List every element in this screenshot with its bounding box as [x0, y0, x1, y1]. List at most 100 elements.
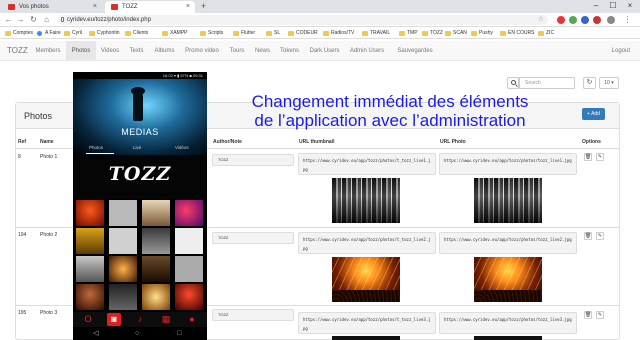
logout-link[interactable]: Logout: [612, 41, 630, 61]
back-triangle-icon[interactable]: ◁: [93, 327, 98, 340]
home-circle-icon[interactable]: ○: [135, 327, 139, 340]
url-photo-field[interactable]: https://www.cyridev.eu/app/tozz/photos/t…: [439, 232, 577, 254]
phone-grid-photo[interactable]: [142, 228, 170, 254]
column-header-name[interactable]: Name: [40, 139, 54, 145]
bookmark-item[interactable]: Radios/TV: [322, 29, 354, 38]
nav-item-sauvegardes[interactable]: Sauvegardes: [389, 41, 441, 61]
edit-icon[interactable]: ✎: [596, 311, 604, 319]
home-button[interactable]: ⌂: [41, 14, 52, 26]
search-input[interactable]: Search: [519, 77, 575, 89]
search-button[interactable]: [507, 77, 519, 89]
bookmark-item[interactable]: Flutter: [232, 29, 255, 38]
recents-square-icon[interactable]: □: [177, 327, 181, 340]
nav-item-promo-video[interactable]: Promo video: [180, 41, 224, 61]
browser-tab-vos-photos[interactable]: Vos photos ×: [2, 1, 102, 13]
bookmark-star-icon[interactable]: ☆: [538, 15, 544, 25]
profile-avatar-icon[interactable]: [607, 16, 615, 24]
bookmark-item[interactable]: SCAN: [444, 29, 467, 38]
extension-icon[interactable]: [557, 16, 565, 24]
menu-kebab-icon[interactable]: ⋮: [622, 14, 633, 26]
minimize-button[interactable]: –: [588, 0, 604, 12]
bookmark-item[interactable]: TMP: [398, 29, 418, 38]
refresh-button[interactable]: ↻: [583, 77, 596, 89]
phone-tab-live[interactable]: Live: [133, 145, 141, 150]
bookmark-item[interactable]: EN COURS: [499, 29, 534, 38]
bookmark-item[interactable]: Cyphontin: [88, 29, 120, 38]
extension-icon[interactable]: [569, 16, 577, 24]
close-window-button[interactable]: ×: [622, 0, 638, 12]
dot-icon[interactable]: ●: [185, 312, 199, 327]
phone-tab-videos[interactable]: Vidéos: [175, 145, 189, 150]
phone-grid-photo[interactable]: [76, 256, 104, 282]
nav-item-albums[interactable]: Albums: [149, 41, 180, 61]
url-input[interactable]: cyridev.eu/tozz/photo/index.php ☆: [58, 15, 548, 25]
page-size-select[interactable]: 10 ▾: [599, 77, 619, 89]
url-thumbnail-field[interactable]: https://www.cyridev.eu/app/tozz/photos/t…: [298, 153, 436, 175]
close-tab-icon[interactable]: ×: [93, 1, 97, 13]
nav-item-videos[interactable]: Videos: [96, 41, 124, 61]
bookmark-item[interactable]: CODEUR: [287, 29, 318, 38]
phone-grid-photo[interactable]: [76, 284, 104, 310]
nav-item-tours[interactable]: Tours: [224, 41, 250, 61]
reload-button[interactable]: ↻: [28, 14, 39, 26]
url-photo-field[interactable]: https://www.cyridev.eu/app/tozz/photos/t…: [439, 153, 577, 175]
bookmark-item[interactable]: TOZZ: [421, 29, 443, 38]
brand-link[interactable]: TOZZ: [7, 41, 28, 61]
nav-item-members[interactable]: Members: [30, 41, 66, 61]
edit-icon[interactable]: ✎: [596, 232, 604, 240]
column-header-ref[interactable]: Ref: [18, 139, 26, 145]
bookmark-item[interactable]: A Faire: [36, 29, 61, 38]
bookmark-item[interactable]: SL: [265, 29, 280, 38]
author-field[interactable]: TOZZ: [212, 232, 294, 244]
bookmark-item[interactable]: XAMPP: [161, 29, 188, 38]
nav-item-dark-users[interactable]: Dark Users: [304, 41, 345, 61]
nav-item-photos[interactable]: Photos: [66, 41, 96, 61]
o-icon[interactable]: O: [81, 312, 95, 327]
nav-item-tokens[interactable]: Tokens: [275, 41, 304, 61]
column-header-options[interactable]: Options: [582, 139, 601, 145]
browser-tab-tozz[interactable]: TOZZ ×: [105, 1, 195, 13]
new-tab-button[interactable]: +: [198, 1, 209, 12]
author-field[interactable]: TOZZ: [212, 154, 294, 166]
bookmark-item[interactable]: Scripts: [199, 29, 223, 38]
phone-grid-photo[interactable]: [76, 228, 104, 254]
trash-icon[interactable]: 🗑: [584, 232, 592, 240]
column-header-url-thumbnail[interactable]: URL thumbnail: [299, 139, 334, 145]
phone-grid-photo[interactable]: [142, 200, 170, 226]
phone-grid-photo[interactable]: [109, 200, 137, 226]
phone-grid-photo[interactable]: [109, 284, 137, 310]
column-header-author[interactable]: Author/Note: [213, 139, 242, 145]
trash-icon[interactable]: 🗑: [584, 153, 592, 161]
back-button[interactable]: ←: [3, 14, 14, 26]
url-thumbnail-field[interactable]: https://www.cyridev.eu/app/tozz/photos/t…: [298, 312, 436, 334]
bookmark-item[interactable]: ZIC: [537, 29, 554, 38]
author-field[interactable]: TOZZ: [212, 309, 294, 321]
calendar-icon[interactable]: ▦: [159, 312, 173, 327]
bookmark-item[interactable]: Comptes: [4, 29, 33, 38]
phone-grid-photo[interactable]: [142, 284, 170, 310]
url-thumbnail-field[interactable]: https://www.cyridev.eu/app/tozz/photos/t…: [298, 232, 436, 254]
edit-icon[interactable]: ✎: [596, 153, 604, 161]
phone-grid-photo[interactable]: [76, 200, 104, 226]
bookmark-item[interactable]: TRAVAIL: [361, 29, 390, 38]
phone-grid-photo[interactable]: [175, 200, 203, 226]
url-photo-field[interactable]: https://www.cyridev.eu/app/tozz/photos/t…: [439, 312, 577, 334]
nav-item-news[interactable]: News: [250, 41, 275, 61]
bookmark-item[interactable]: Pushy: [470, 29, 493, 38]
extension-icon[interactable]: [593, 16, 601, 24]
maximize-button[interactable]: ☐: [605, 0, 621, 12]
add-button[interactable]: + Add: [582, 108, 605, 120]
music-note-icon[interactable]: ♪: [133, 312, 147, 327]
nav-item-admin-users[interactable]: Admin Users: [345, 41, 389, 61]
extension-icon[interactable]: [581, 16, 589, 24]
bookmark-item[interactable]: Cyril: [63, 29, 82, 38]
phone-grid-photo[interactable]: [109, 256, 137, 282]
trash-icon[interactable]: 🗑: [584, 311, 592, 319]
phone-grid-photo[interactable]: [142, 256, 170, 282]
phone-grid-photo[interactable]: [109, 228, 137, 254]
forward-button[interactable]: →: [15, 14, 26, 26]
phone-grid-photo[interactable]: [175, 284, 203, 310]
phone-grid-photo[interactable]: [175, 228, 203, 254]
phone-grid-photo[interactable]: [175, 256, 203, 282]
nav-item-texts[interactable]: Texts: [124, 41, 149, 61]
